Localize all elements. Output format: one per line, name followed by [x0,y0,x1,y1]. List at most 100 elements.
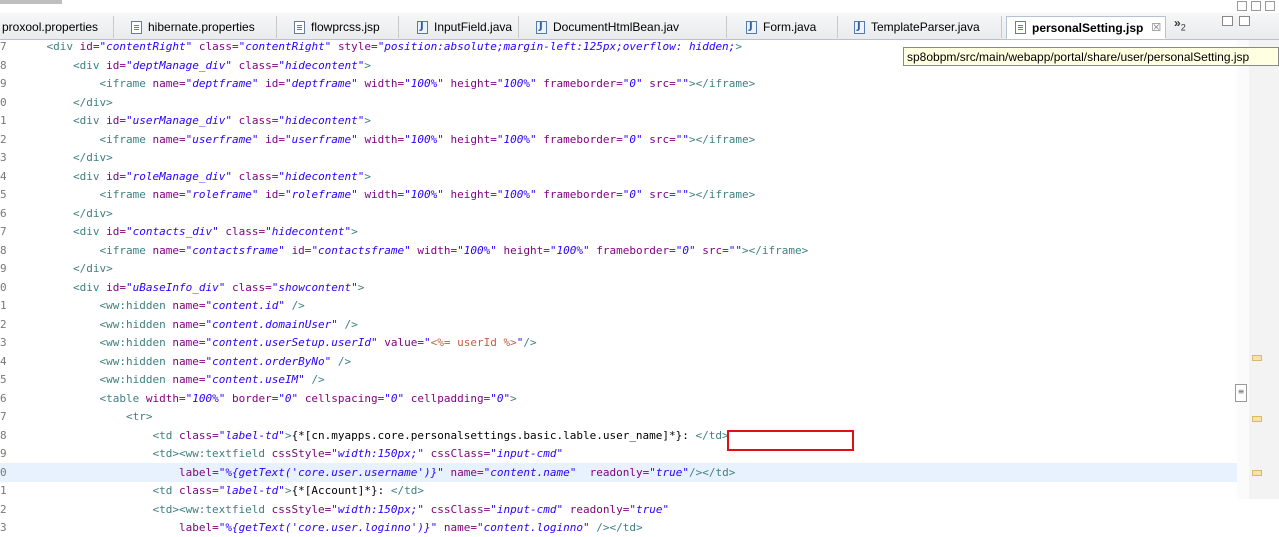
occurrence-marker[interactable] [1252,355,1262,361]
occurrence-marker[interactable] [1252,470,1262,476]
tab-documenthtmlbean-java[interactable]: DocumentHtmlBean.jav [528,16,727,38]
code-line[interactable]: 9 <iframe name="deptframe" id="deptframe… [0,74,1237,93]
maximize-editor-icon[interactable] [1239,16,1250,26]
jsp-file-icon [294,20,305,34]
code-token: cellspacing= [304,391,385,405]
vertical-scrollbar[interactable] [1249,40,1279,499]
maximize-icon[interactable] [1265,1,1275,11]
code-line[interactable]: 2 <td><ww:textfield cssStyle="width:150p… [0,500,1237,519]
code-line[interactable]: 3 </div> [0,148,1237,167]
java-file-icon [746,20,757,34]
code-line[interactable]: 5 <ww:hidden name="content.useIM" /> [0,370,1237,389]
code-token: "100%" [404,77,451,90]
occurrence-marker[interactable] [1252,416,1262,422]
code-token: > [351,225,358,238]
code-editor[interactable]: 7 <div id="contentRight" class="contentR… [0,40,1279,534]
code-line[interactable]: 5 <iframe name="roleframe" id="roleframe… [0,185,1237,204]
code-token: > [364,169,372,183]
code-line[interactable]: 2 <ww:hidden name="content.domainUser" /… [0,315,1237,334]
code-token: "%{getText('core.user.username')}" [218,465,451,479]
tab-inputfield-java[interactable]: InputField.java [409,16,519,38]
code-token: /> [337,354,352,368]
tab-flowprcss-jsp[interactable]: flowprcss.jsp [286,16,399,38]
code-line[interactable]: 3 <ww:hidden name="content.userSetup.use… [0,333,1237,352]
code-token: <iframe [99,132,153,146]
code-token: id= [79,40,100,53]
code-token: label= [178,465,219,479]
code-token: "contentRight" [238,40,338,53]
code-line[interactable]: 8 <td class="label-td">{*[cn.myapps.core… [0,426,1237,445]
code-token: "deptManage_div" [125,58,239,72]
code-token: "hidecontent" [278,58,365,72]
code-line[interactable]: 6 </div> [0,204,1237,223]
code-line[interactable]: 0 </div> [0,93,1237,112]
code-line[interactable]: 4 <div id="roleManage_div" class="hideco… [0,167,1237,186]
code-line[interactable]: 9 </div> [0,259,1237,278]
code-token: {*[Account]*}: [291,484,391,497]
tab-templateparser-java[interactable]: TemplateParser.java [846,16,1002,38]
code-token: ></iframe> [689,188,756,201]
line-number: 3 [0,336,7,349]
tab-hibernate-properties[interactable]: hibernate.properties [123,16,277,38]
tab-proxool-properties[interactable]: proxool.properties [0,16,114,38]
code-token: height= [450,77,497,90]
code-line[interactable]: 4 <ww:hidden name="content.orderByNo" /> [0,352,1237,371]
line-code: <ww:hidden name="content.orderByNo" /> [20,352,351,371]
code-token: name= [172,373,206,386]
code-token: "0" [622,77,650,90]
jsp-file-icon [1015,21,1026,34]
code-line[interactable]: 9 <td><ww:textfield cssStyle="width:150p… [0,444,1237,463]
code-token: id= [291,243,312,257]
code-token: "userframe" [284,132,365,146]
code-token: <div [72,280,107,294]
code-line[interactable]: 2 <iframe name="userframe" id="userframe… [0,130,1237,149]
code-line[interactable]: 1 <div id="userManage_div" class="hideco… [0,111,1237,130]
close-tab-icon[interactable]: ☒ [1151,21,1161,34]
code-token: "100%" [404,132,451,146]
line-code: <div id="deptManage_div" class="hidecont… [20,56,371,75]
code-token: <td [152,484,179,497]
tab-form-java[interactable]: Form.java [738,16,838,38]
tab-personalsetting-jsp[interactable]: personalSetting.jsp ☒ [1006,16,1166,39]
code-line[interactable]: 1 <ww:hidden name="content.id" /> [0,296,1237,315]
code-token: readonly= [589,465,650,479]
code-line[interactable]: 7 <tr> [0,407,1237,426]
minimize-editor-icon[interactable] [1222,16,1233,26]
code-token: <ww:hidden [99,299,173,312]
code-token: > [284,484,292,497]
code-line[interactable]: 3 label="%{getText('core.user.loginno')}… [0,518,1237,537]
code-token: {*[cn.myapps.core.personalsettings.basic… [291,428,696,442]
code-token: "content.orderByNo" [205,354,338,368]
code-token: "width:150px;" [331,447,431,460]
code-token: style= [337,40,378,53]
code-line[interactable]: 1 <td class="label-td">{*[Account]*}: </… [0,481,1237,500]
hidden-tabs-overflow[interactable]: »2 [1174,16,1186,32]
code-token: "0" [384,391,411,405]
code-line-current[interactable]: 0 label="%{getText('core.user.username')… [0,462,1237,482]
code-line[interactable]: 7 <div id="contacts_div" class="hidecont… [0,222,1237,241]
minimize-icon[interactable] [1237,1,1247,11]
code-line[interactable]: 6 <table width="100%" border="0" cellspa… [0,389,1237,408]
code-token: /> [523,336,537,349]
code-token: frameborder= [543,188,623,201]
code-token: <iframe [99,243,153,257]
code-token: "content.userSetup.userId" [205,336,385,349]
code-token: ></iframe> [689,132,756,146]
code-token: "true" [649,465,689,479]
annotation-marker-icon[interactable]: ≡ [1235,384,1247,402]
code-line[interactable]: 0 <div id="uBaseInfo_div" class="showcon… [0,278,1237,297]
line-number: 9 [0,447,7,460]
code-token: /></td> [596,521,643,534]
code-line[interactable]: 8 <iframe name="contactsframe" id="conta… [0,241,1237,260]
code-token: > [510,391,517,405]
line-number: 8 [0,58,7,72]
code-token: id= [265,77,285,90]
restore-icon[interactable] [1251,1,1261,11]
code-token: "" [675,132,689,146]
code-token: <td><ww:textfield [152,502,272,516]
